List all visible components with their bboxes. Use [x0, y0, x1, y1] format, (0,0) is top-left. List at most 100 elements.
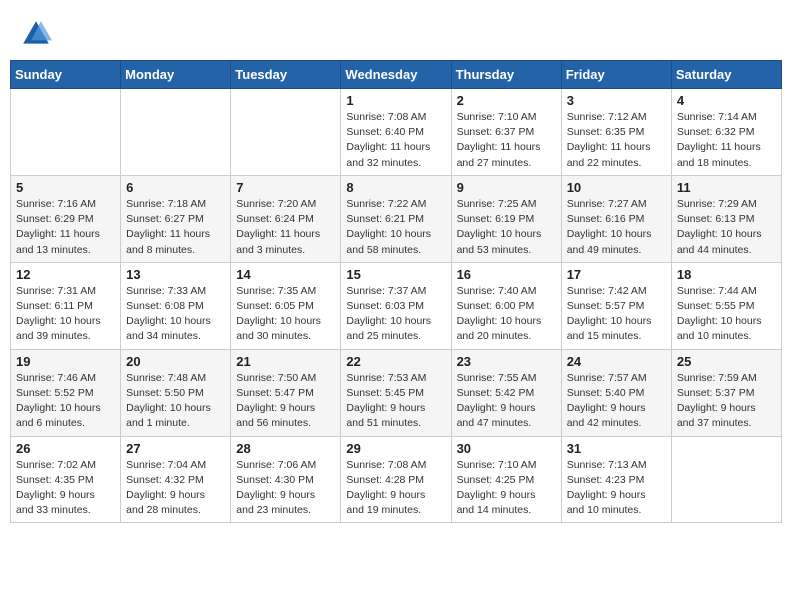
- day-info: Sunrise: 7:50 AM Sunset: 5:47 PM Dayligh…: [236, 371, 335, 432]
- calendar-cell: 23 Sunrise: 7:55 AM Sunset: 5:42 PM Dayli…: [451, 349, 561, 436]
- weekday-header-cell: Thursday: [451, 61, 561, 89]
- day-number: 19: [16, 354, 115, 369]
- day-number: 6: [126, 180, 225, 195]
- calendar-cell: 19 Sunrise: 7:46 AM Sunset: 5:52 PM Dayli…: [11, 349, 121, 436]
- day-info: Sunrise: 7:37 AM Sunset: 6:03 PM Dayligh…: [346, 284, 445, 345]
- calendar-cell: [11, 89, 121, 176]
- day-number: 20: [126, 354, 225, 369]
- day-info: Sunrise: 7:55 AM Sunset: 5:42 PM Dayligh…: [457, 371, 556, 432]
- calendar-cell: 21Sunrise: 7:50 AM Sunset: 5:47 PM Dayli…: [231, 349, 341, 436]
- day-number: 11: [677, 180, 776, 195]
- day-info: Sunrise: 7:14 AM Sunset: 6:32 PM Dayligh…: [677, 110, 776, 171]
- day-number: 5: [16, 180, 115, 195]
- day-number: 26: [16, 441, 115, 456]
- calendar-cell: 7 Sunrise: 7:20 AM Sunset: 6:24 PM Daylig…: [231, 175, 341, 262]
- weekday-header-cell: Saturday: [671, 61, 781, 89]
- day-number: 23: [457, 354, 556, 369]
- calendar-cell: 30 Sunrise: 7:10 AM Sunset: 4:25 PM Dayli…: [451, 436, 561, 523]
- weekday-header-cell: Wednesday: [341, 61, 451, 89]
- day-number: 3: [567, 93, 666, 108]
- day-info: Sunrise: 7:33 AM Sunset: 6:08 PM Dayligh…: [126, 284, 225, 345]
- day-number: 27: [126, 441, 225, 456]
- weekday-header-cell: Tuesday: [231, 61, 341, 89]
- weekday-header-cell: Friday: [561, 61, 671, 89]
- day-info: Sunrise: 7:20 AM Sunset: 6:24 PM Dayligh…: [236, 197, 335, 258]
- day-number: 12: [16, 267, 115, 282]
- calendar-cell: 16Sunrise: 7:40 AM Sunset: 6:00 PM Dayli…: [451, 262, 561, 349]
- calendar-cell: 8Sunrise: 7:22 AM Sunset: 6:21 PM Daylig…: [341, 175, 451, 262]
- calendar-week-row: 5 Sunrise: 7:16 AM Sunset: 6:29 PM Daylig…: [11, 175, 782, 262]
- weekday-header-cell: Monday: [121, 61, 231, 89]
- calendar-week-row: 26Sunrise: 7:02 AM Sunset: 4:35 PM Dayli…: [11, 436, 782, 523]
- calendar-cell: 5 Sunrise: 7:16 AM Sunset: 6:29 PM Daylig…: [11, 175, 121, 262]
- logo-icon: [20, 18, 52, 50]
- day-info: Sunrise: 7:59 AM Sunset: 5:37 PM Dayligh…: [677, 371, 776, 432]
- calendar-cell: 2 Sunrise: 7:10 AM Sunset: 6:37 PM Daylig…: [451, 89, 561, 176]
- calendar-cell: 27 Sunrise: 7:04 AM Sunset: 4:32 PM Dayli…: [121, 436, 231, 523]
- day-info: Sunrise: 7:10 AM Sunset: 6:37 PM Dayligh…: [457, 110, 556, 171]
- calendar-cell: 14Sunrise: 7:35 AM Sunset: 6:05 PM Dayli…: [231, 262, 341, 349]
- calendar-cell: 28 Sunrise: 7:06 AM Sunset: 4:30 PM Dayli…: [231, 436, 341, 523]
- calendar-cell: 26Sunrise: 7:02 AM Sunset: 4:35 PM Dayli…: [11, 436, 121, 523]
- calendar-cell: 18Sunrise: 7:44 AM Sunset: 5:55 PM Dayli…: [671, 262, 781, 349]
- calendar-cell: [231, 89, 341, 176]
- calendar-cell: 9 Sunrise: 7:25 AM Sunset: 6:19 PM Daylig…: [451, 175, 561, 262]
- calendar-week-row: 1 Sunrise: 7:08 AM Sunset: 6:40 PM Daylig…: [11, 89, 782, 176]
- calendar-cell: 6 Sunrise: 7:18 AM Sunset: 6:27 PM Daylig…: [121, 175, 231, 262]
- day-info: Sunrise: 7:12 AM Sunset: 6:35 PM Dayligh…: [567, 110, 666, 171]
- day-number: 1: [346, 93, 445, 108]
- calendar-cell: 20 Sunrise: 7:48 AM Sunset: 5:50 PM Dayli…: [121, 349, 231, 436]
- calendar-cell: 12Sunrise: 7:31 AM Sunset: 6:11 PM Dayli…: [11, 262, 121, 349]
- day-info: Sunrise: 7:57 AM Sunset: 5:40 PM Dayligh…: [567, 371, 666, 432]
- day-info: Sunrise: 7:22 AM Sunset: 6:21 PM Dayligh…: [346, 197, 445, 258]
- day-number: 25: [677, 354, 776, 369]
- calendar: SundayMondayTuesdayWednesdayThursdayFrid…: [10, 60, 782, 523]
- day-info: Sunrise: 7:29 AM Sunset: 6:13 PM Dayligh…: [677, 197, 776, 258]
- day-number: 9: [457, 180, 556, 195]
- day-number: 2: [457, 93, 556, 108]
- calendar-week-row: 19 Sunrise: 7:46 AM Sunset: 5:52 PM Dayli…: [11, 349, 782, 436]
- day-number: 13: [126, 267, 225, 282]
- day-number: 10: [567, 180, 666, 195]
- day-info: Sunrise: 7:06 AM Sunset: 4:30 PM Dayligh…: [236, 458, 335, 519]
- day-number: 14: [236, 267, 335, 282]
- weekday-header-row: SundayMondayTuesdayWednesdayThursdayFrid…: [11, 61, 782, 89]
- day-number: 31: [567, 441, 666, 456]
- day-info: Sunrise: 7:48 AM Sunset: 5:50 PM Dayligh…: [126, 371, 225, 432]
- day-number: 7: [236, 180, 335, 195]
- calendar-cell: 1 Sunrise: 7:08 AM Sunset: 6:40 PM Daylig…: [341, 89, 451, 176]
- day-info: Sunrise: 7:10 AM Sunset: 4:25 PM Dayligh…: [457, 458, 556, 519]
- day-number: 17: [567, 267, 666, 282]
- day-info: Sunrise: 7:18 AM Sunset: 6:27 PM Dayligh…: [126, 197, 225, 258]
- day-info: Sunrise: 7:04 AM Sunset: 4:32 PM Dayligh…: [126, 458, 225, 519]
- calendar-cell: 3 Sunrise: 7:12 AM Sunset: 6:35 PM Daylig…: [561, 89, 671, 176]
- day-number: 24: [567, 354, 666, 369]
- day-info: Sunrise: 7:53 AM Sunset: 5:45 PM Dayligh…: [346, 371, 445, 432]
- page-header: [10, 10, 782, 56]
- day-number: 4: [677, 93, 776, 108]
- calendar-cell: 29Sunrise: 7:08 AM Sunset: 4:28 PM Dayli…: [341, 436, 451, 523]
- calendar-cell: [671, 436, 781, 523]
- day-info: Sunrise: 7:27 AM Sunset: 6:16 PM Dayligh…: [567, 197, 666, 258]
- day-info: Sunrise: 7:46 AM Sunset: 5:52 PM Dayligh…: [16, 371, 115, 432]
- calendar-cell: 13 Sunrise: 7:33 AM Sunset: 6:08 PM Dayli…: [121, 262, 231, 349]
- calendar-cell: 15 Sunrise: 7:37 AM Sunset: 6:03 PM Dayli…: [341, 262, 451, 349]
- day-info: Sunrise: 7:25 AM Sunset: 6:19 PM Dayligh…: [457, 197, 556, 258]
- day-number: 22: [346, 354, 445, 369]
- day-number: 30: [457, 441, 556, 456]
- calendar-cell: 24 Sunrise: 7:57 AM Sunset: 5:40 PM Dayli…: [561, 349, 671, 436]
- day-number: 18: [677, 267, 776, 282]
- day-number: 16: [457, 267, 556, 282]
- calendar-cell: 25 Sunrise: 7:59 AM Sunset: 5:37 PM Dayli…: [671, 349, 781, 436]
- day-info: Sunrise: 7:42 AM Sunset: 5:57 PM Dayligh…: [567, 284, 666, 345]
- day-info: Sunrise: 7:08 AM Sunset: 6:40 PM Dayligh…: [346, 110, 445, 171]
- day-number: 28: [236, 441, 335, 456]
- calendar-cell: 17 Sunrise: 7:42 AM Sunset: 5:57 PM Dayli…: [561, 262, 671, 349]
- calendar-cell: 31Sunrise: 7:13 AM Sunset: 4:23 PM Dayli…: [561, 436, 671, 523]
- day-info: Sunrise: 7:08 AM Sunset: 4:28 PM Dayligh…: [346, 458, 445, 519]
- day-info: Sunrise: 7:16 AM Sunset: 6:29 PM Dayligh…: [16, 197, 115, 258]
- calendar-cell: 11 Sunrise: 7:29 AM Sunset: 6:13 PM Dayli…: [671, 175, 781, 262]
- day-number: 15: [346, 267, 445, 282]
- calendar-cell: 10 Sunrise: 7:27 AM Sunset: 6:16 PM Dayli…: [561, 175, 671, 262]
- calendar-cell: 22 Sunrise: 7:53 AM Sunset: 5:45 PM Dayli…: [341, 349, 451, 436]
